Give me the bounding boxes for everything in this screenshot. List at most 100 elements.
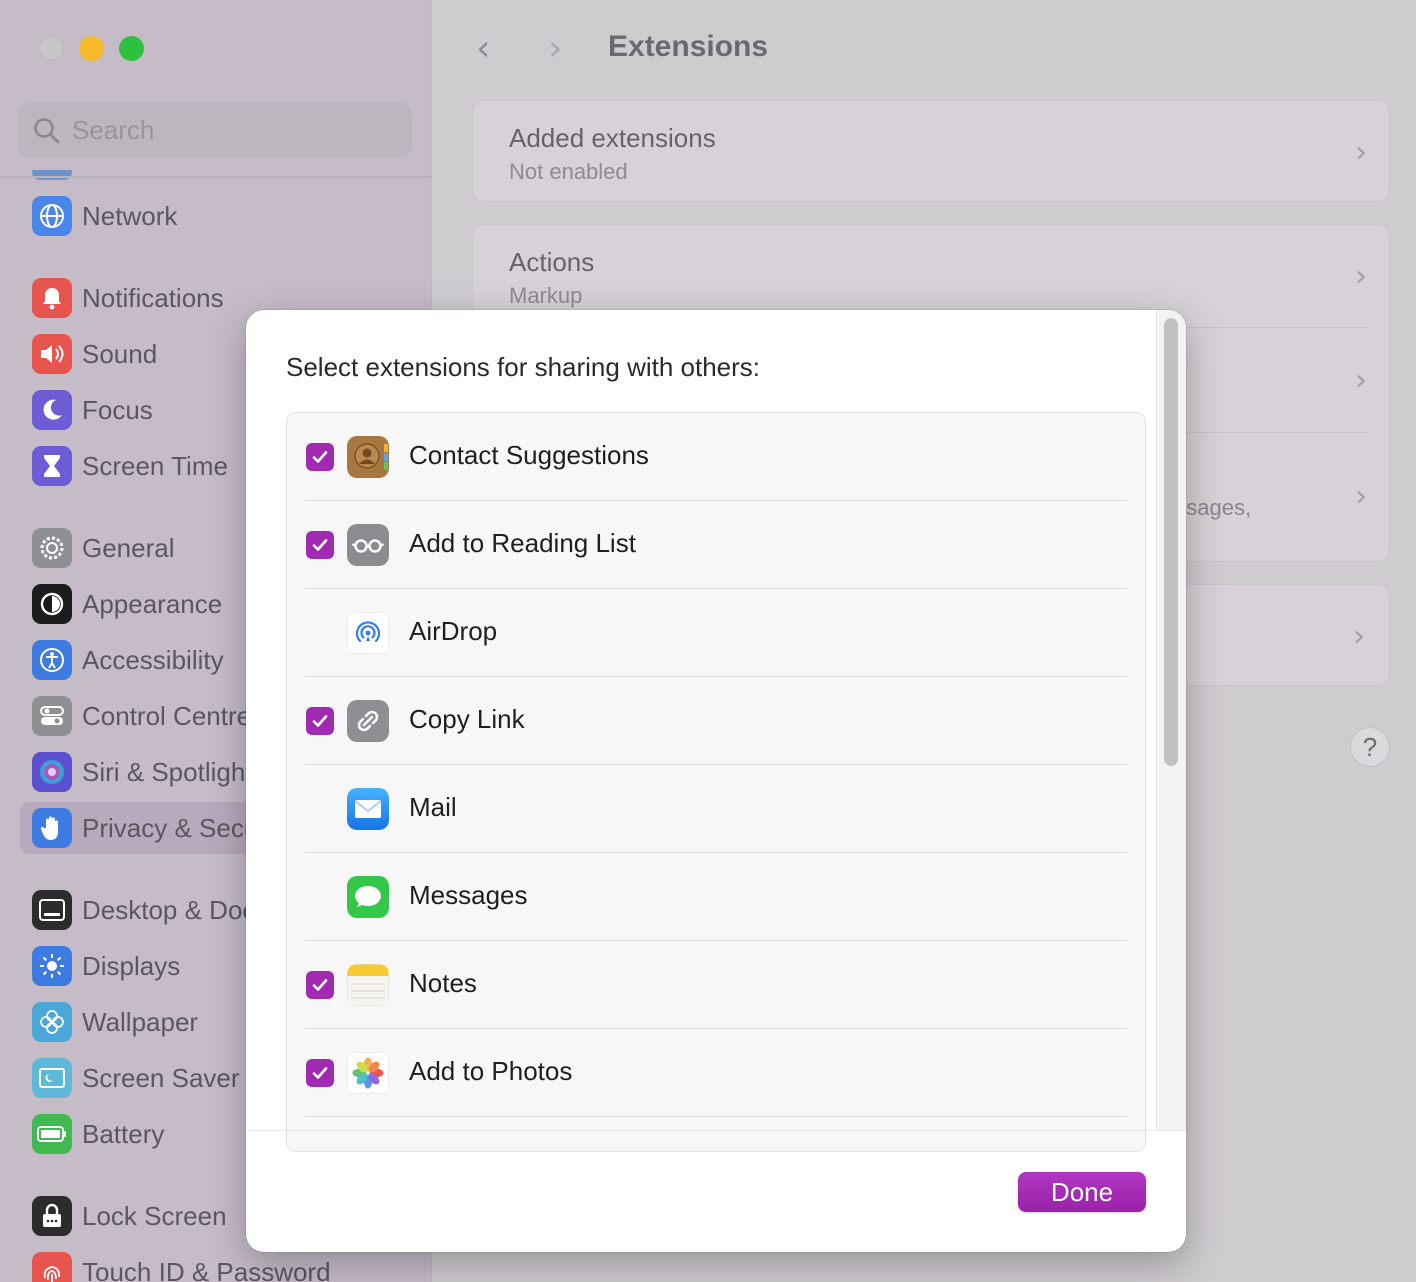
chevron-right-icon: ›	[1353, 619, 1365, 654]
toggles-icon	[32, 696, 72, 736]
row-added-extensions[interactable]: Added extensions Not enabled ›	[473, 101, 1391, 203]
scrollbar-thumb[interactable]	[1164, 318, 1178, 766]
extension-row-add-to-reading-list: Add to Reading List	[287, 501, 1145, 589]
sidebar-item-label: Accessibility	[82, 645, 224, 675]
extensions-sharing-sheet: Select extensions for sharing with other…	[246, 310, 1186, 1252]
extension-label: Messages	[409, 880, 528, 910]
chevron-right-icon: ›	[1355, 363, 1367, 398]
sidebar-item-label: Screen Saver	[82, 1063, 240, 1093]
sidebar-item-label: Control Centre	[82, 701, 252, 731]
search-input[interactable]	[72, 112, 392, 148]
sheet-title: Select extensions for sharing with other…	[286, 352, 761, 382]
checkmark-icon	[312, 715, 328, 727]
extension-checkbox[interactable]	[306, 531, 334, 559]
sidebar-item-label: Siri & Spotlight	[82, 757, 253, 787]
extension-row-contact-suggestions: Contact Suggestions	[287, 413, 1145, 501]
scrolled-item-stub	[32, 170, 72, 180]
row-title: Added extensions	[509, 123, 716, 153]
sidebar-item-label: Notifications	[82, 283, 224, 313]
checkmark-icon	[312, 979, 328, 991]
extension-checkbox	[306, 883, 334, 911]
sidebar-item-label: Battery	[82, 1119, 165, 1149]
bell-icon	[32, 278, 72, 318]
screensaver-icon	[32, 1058, 72, 1098]
sun-icon	[32, 946, 72, 986]
extension-label: Mail	[409, 792, 457, 822]
extension-label: Add to Reading List	[409, 528, 636, 558]
row-title: Actions	[509, 247, 595, 277]
contacts-icon	[347, 436, 389, 478]
search-field[interactable]	[18, 102, 412, 158]
sidebar-item-label: Focus	[82, 395, 153, 425]
moon-icon	[32, 390, 72, 430]
sheet-footer-divider	[246, 1130, 1186, 1131]
link-icon	[347, 700, 389, 742]
added-extensions-card[interactable]: Added extensions Not enabled ›	[472, 100, 1390, 202]
extension-checkbox[interactable]	[306, 443, 334, 471]
hourglass-icon	[32, 446, 72, 486]
speaker-icon	[32, 334, 72, 374]
sidebar-item-label: Network	[82, 201, 178, 231]
chevron-right-icon: ›	[1355, 135, 1367, 170]
extension-label: Add to Photos	[409, 1056, 573, 1086]
extension-label: AirDrop	[409, 616, 498, 646]
minimize-window-button[interactable]	[79, 36, 104, 61]
extension-checkbox[interactable]	[306, 1059, 334, 1087]
chevron-right-icon: ›	[1355, 479, 1367, 514]
sidebar-item-network[interactable]: Network	[20, 190, 420, 242]
flower-icon	[32, 1002, 72, 1042]
mail-icon	[347, 788, 389, 830]
checkmark-icon	[312, 451, 328, 463]
close-window-button[interactable]	[39, 36, 64, 61]
extension-row-messages: Messages	[287, 853, 1145, 941]
extension-row-notes: Notes	[287, 941, 1145, 1029]
messages-icon	[347, 876, 389, 918]
sidebar-divider	[0, 176, 432, 178]
extension-label: Copy Link	[409, 704, 525, 734]
page-title: Extensions	[608, 30, 769, 63]
checkmark-icon	[312, 1067, 328, 1079]
sidebar-item-label: Touch ID & Password	[82, 1257, 331, 1282]
accessibility-icon	[32, 640, 72, 680]
fingerprint-icon	[32, 1252, 72, 1282]
help-button[interactable]: ?	[1350, 727, 1390, 767]
done-button[interactable]: Done	[1018, 1172, 1146, 1212]
extension-checkbox[interactable]	[306, 971, 334, 999]
search-icon	[34, 118, 60, 144]
photos-icon	[347, 1052, 389, 1094]
extensions-list: Contact Suggestions Add to Reading List Ai…	[286, 412, 1146, 1152]
reading-list-icon	[347, 524, 389, 566]
sidebar-item-label: Lock Screen	[82, 1201, 227, 1231]
checkmark-icon	[312, 539, 328, 551]
extension-checkbox	[306, 795, 334, 823]
zoom-window-button[interactable]	[119, 36, 144, 61]
siri-icon	[32, 752, 72, 792]
extension-row-add-to-photos: Add to Photos	[287, 1029, 1145, 1117]
extension-checkbox	[306, 619, 334, 647]
lock-icon	[32, 1196, 72, 1236]
sidebar-item-label: Screen Time	[82, 451, 228, 481]
dock-icon	[32, 890, 72, 930]
extension-row-copy-link: Copy Link	[287, 677, 1145, 765]
sidebar-item-label: General	[82, 533, 175, 563]
row-subtitle: Not enabled	[509, 159, 628, 184]
extension-label: Contact Suggestions	[409, 440, 649, 470]
row-divider	[305, 1116, 1127, 1117]
gear-icon	[32, 528, 72, 568]
appearance-icon	[32, 584, 72, 624]
sidebar-item-label: Wallpaper	[82, 1007, 199, 1037]
extension-checkbox[interactable]	[306, 707, 334, 735]
notes-icon	[347, 964, 389, 1006]
row-subtitle: Markup	[509, 283, 583, 308]
airdrop-icon	[347, 612, 389, 654]
chevron-right-icon: ›	[1355, 259, 1367, 294]
extension-row-mail: Mail	[287, 765, 1145, 853]
battery-icon	[32, 1114, 72, 1154]
back-button[interactable]: ‹	[476, 28, 490, 69]
forward-button[interactable]: ›	[548, 28, 562, 69]
globe-icon	[32, 196, 72, 236]
sidebar-item-label: Appearance	[82, 589, 223, 619]
hand-icon	[32, 808, 72, 848]
sidebar-item-label: Displays	[82, 951, 181, 981]
extension-row-airdrop: AirDrop	[287, 589, 1145, 677]
